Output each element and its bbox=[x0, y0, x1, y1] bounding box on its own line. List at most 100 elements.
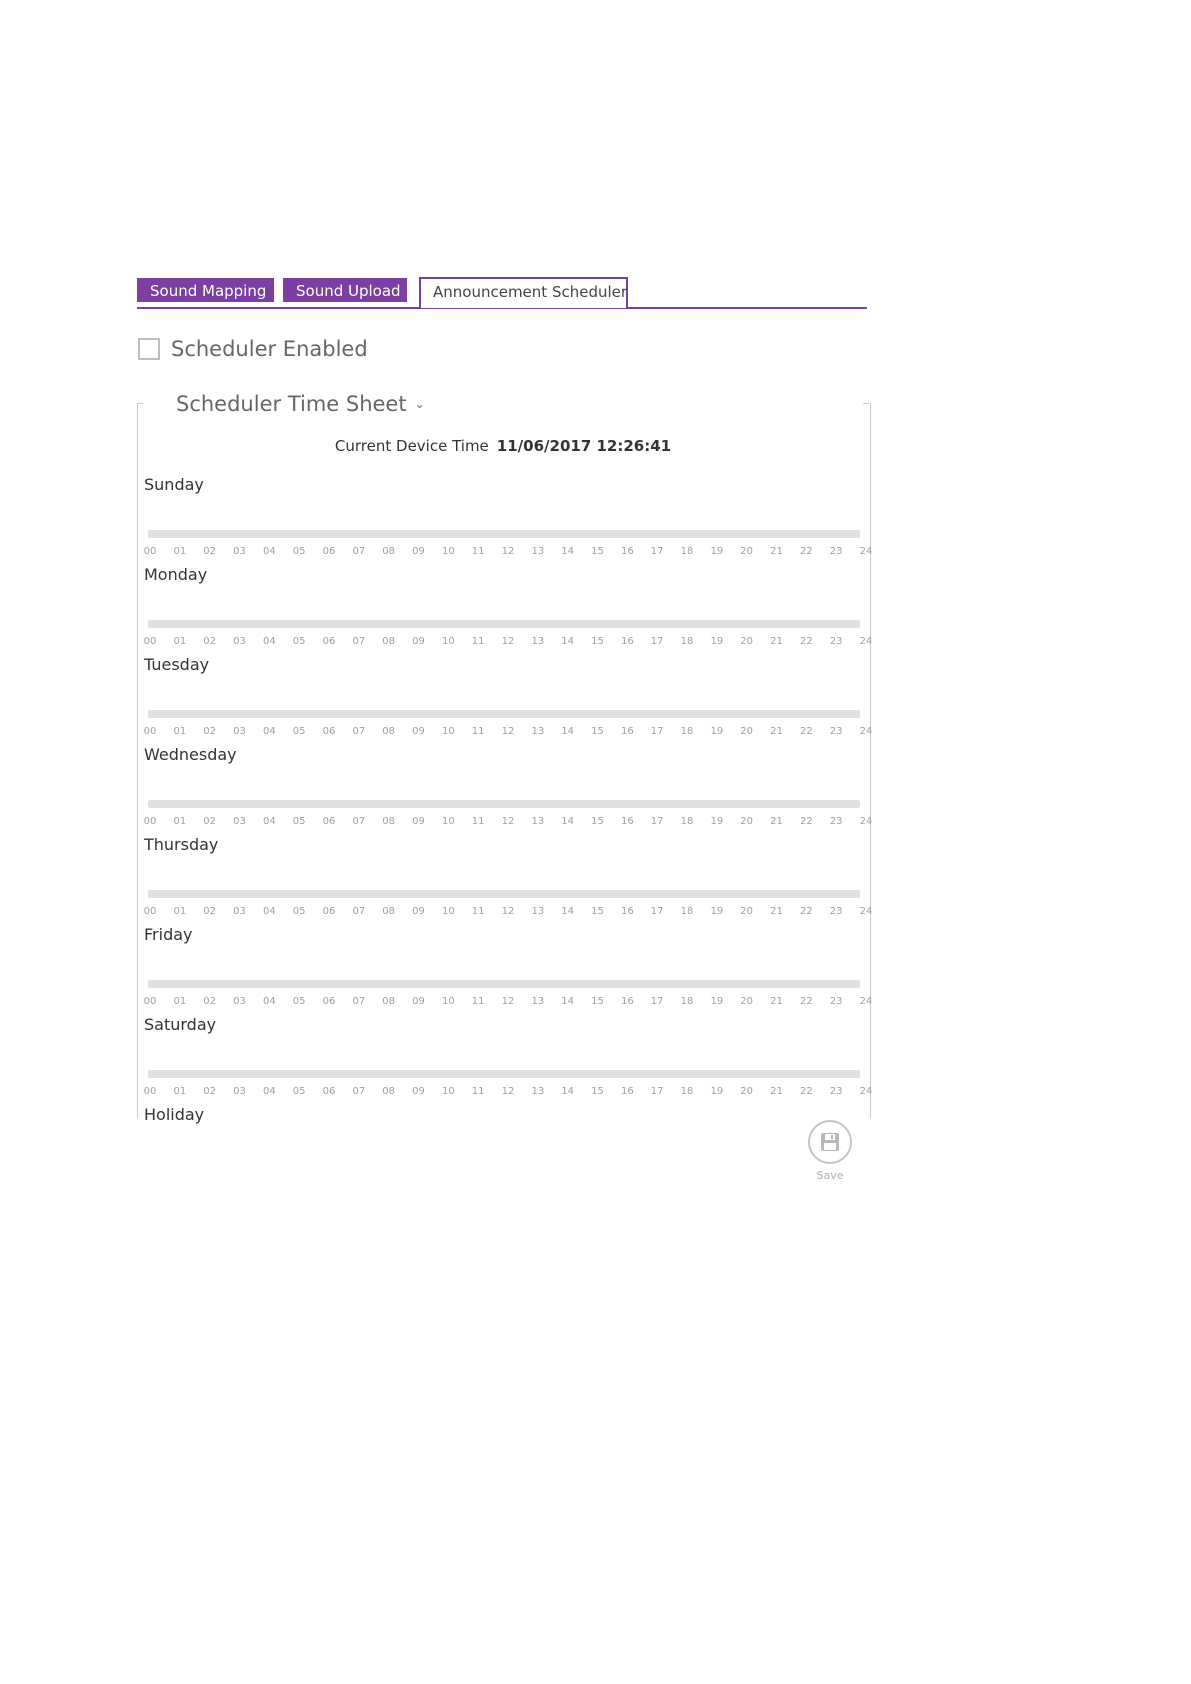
hour-tick-label: 11 bbox=[471, 1086, 485, 1097]
hour-tick-label: 07 bbox=[352, 996, 366, 1007]
day-timeline-track[interactable] bbox=[148, 890, 860, 898]
hour-tick-label: 10 bbox=[441, 996, 455, 1007]
hour-tick-label: 22 bbox=[799, 906, 813, 917]
hour-tick-label: 24 bbox=[859, 906, 873, 917]
hour-tick-label: 10 bbox=[441, 726, 455, 737]
tab-announcement-scheduler[interactable]: Announcement Scheduler bbox=[419, 277, 628, 308]
hour-tick-label: 14 bbox=[561, 1086, 575, 1097]
hour-tick-label: 14 bbox=[561, 996, 575, 1007]
hour-tick-label: 15 bbox=[591, 816, 604, 827]
hour-tick-label: 06 bbox=[322, 726, 336, 737]
hour-tick-label: 19 bbox=[710, 546, 724, 557]
save-button[interactable] bbox=[808, 1120, 852, 1164]
day-timeline-track[interactable] bbox=[148, 710, 860, 718]
hour-tick-label: 06 bbox=[322, 816, 336, 827]
hour-tick-label: 03 bbox=[233, 546, 246, 557]
hour-tick-label: 13 bbox=[531, 636, 545, 647]
hour-tick-label: 20 bbox=[740, 726, 754, 737]
hour-tick-label: 10 bbox=[441, 816, 455, 827]
hour-tick-label: 04 bbox=[262, 996, 276, 1007]
tab-sound-upload[interactable]: Sound Upload bbox=[283, 278, 407, 302]
day-timeline-track[interactable] bbox=[148, 530, 860, 538]
hour-tick-label: 11 bbox=[471, 996, 485, 1007]
hour-tick-label: 04 bbox=[262, 636, 276, 647]
day-label: Wednesday bbox=[144, 745, 237, 764]
hour-tick-label: 02 bbox=[203, 726, 217, 737]
hour-tick-label: 00 bbox=[143, 996, 157, 1007]
chevron-down-icon: ⌄ bbox=[414, 397, 425, 411]
hour-tick-label: 24 bbox=[859, 996, 873, 1007]
hour-tick-label: 17 bbox=[650, 816, 664, 827]
hour-tick-label: 00 bbox=[143, 546, 157, 557]
hour-tick-label: 04 bbox=[262, 1086, 276, 1097]
scheduler-enabled-checkbox[interactable] bbox=[138, 338, 160, 360]
hour-tick-label: 04 bbox=[262, 726, 276, 737]
hour-tick-label: 06 bbox=[322, 906, 336, 917]
hour-tick-label: 00 bbox=[143, 1086, 157, 1097]
hour-tick-label: 17 bbox=[650, 636, 664, 647]
hour-tick-label: 09 bbox=[412, 1086, 425, 1097]
time-sheet-title: Scheduler Time Sheet bbox=[176, 392, 407, 416]
day-label: Tuesday bbox=[144, 655, 210, 674]
hour-tick-label: 15 bbox=[591, 1086, 604, 1097]
hour-tick-label: 17 bbox=[650, 546, 664, 557]
hour-tick-label: 19 bbox=[710, 636, 724, 647]
hour-tick-label: 09 bbox=[412, 636, 425, 647]
hour-tick-label: 18 bbox=[680, 636, 694, 647]
hour-tick-label: 01 bbox=[173, 996, 187, 1007]
hour-tick-label: 12 bbox=[501, 546, 515, 557]
hour-tick-label: 02 bbox=[203, 1086, 217, 1097]
hour-tick-label: 17 bbox=[650, 726, 664, 737]
day-timeline-track[interactable] bbox=[148, 980, 860, 988]
hour-tick-label: 13 bbox=[531, 726, 545, 737]
hour-tick-label: 11 bbox=[471, 726, 485, 737]
panel-corner-right bbox=[863, 403, 869, 404]
day-timeline-track[interactable] bbox=[148, 620, 860, 628]
hour-tick-label: 00 bbox=[143, 636, 157, 647]
time-sheet-toggle[interactable]: Scheduler Time Sheet ⌄ bbox=[172, 392, 429, 416]
hour-tick-label: 16 bbox=[620, 726, 634, 737]
hour-tick-label: 04 bbox=[262, 816, 276, 827]
hour-tick-label: 20 bbox=[740, 816, 754, 827]
hour-tick-label: 03 bbox=[233, 996, 246, 1007]
hour-tick-label: 19 bbox=[710, 816, 724, 827]
hour-tick-label: 13 bbox=[531, 816, 545, 827]
device-time-value: 11/06/2017 12:26:41 bbox=[496, 437, 672, 455]
tab-bar: Sound Mapping Sound Upload Announcement … bbox=[137, 277, 867, 309]
hour-tick-label: 12 bbox=[501, 726, 515, 737]
hour-tick-label: 01 bbox=[173, 636, 187, 647]
hour-tick-label: 18 bbox=[680, 996, 694, 1007]
hour-tick-label: 05 bbox=[292, 816, 306, 827]
hour-tick-label: 18 bbox=[680, 726, 694, 737]
hour-tick-label: 16 bbox=[620, 816, 634, 827]
hour-tick-label: 21 bbox=[770, 816, 783, 827]
hour-tick-label: 16 bbox=[620, 996, 634, 1007]
hour-tick-label: 07 bbox=[352, 1086, 366, 1097]
save-label: Save bbox=[816, 1169, 844, 1182]
hour-tick-label: 14 bbox=[561, 906, 575, 917]
hour-tick-label: 04 bbox=[262, 906, 276, 917]
hour-tick-label: 20 bbox=[740, 996, 754, 1007]
day-timeline-track[interactable] bbox=[148, 1070, 860, 1078]
hour-tick-label: 23 bbox=[829, 996, 843, 1007]
hour-tick-label: 24 bbox=[859, 546, 873, 557]
hour-tick-label: 02 bbox=[203, 906, 217, 917]
hour-tick-label: 14 bbox=[561, 816, 575, 827]
current-device-time: Current Device Time 11/06/2017 12:26:41 bbox=[137, 437, 869, 455]
hour-tick-label: 17 bbox=[650, 1086, 664, 1097]
tab-sound-mapping[interactable]: Sound Mapping bbox=[137, 278, 274, 302]
hour-tick-label: 06 bbox=[322, 546, 336, 557]
day-timeline-track[interactable] bbox=[148, 800, 860, 808]
hour-tick-label: 18 bbox=[680, 546, 694, 557]
hour-tick-label: 08 bbox=[382, 996, 396, 1007]
hour-tick-label: 22 bbox=[799, 816, 813, 827]
hour-tick-label: 22 bbox=[799, 996, 813, 1007]
hour-tick-label: 07 bbox=[352, 816, 366, 827]
hour-tick-label: 15 bbox=[591, 906, 604, 917]
hour-tick-label: 00 bbox=[143, 816, 157, 827]
hour-tick-label: 02 bbox=[203, 816, 217, 827]
hour-tick-label: 05 bbox=[292, 636, 306, 647]
hour-tick-label: 06 bbox=[322, 636, 336, 647]
hour-tick-label: 21 bbox=[770, 546, 783, 557]
hour-tick-label: 03 bbox=[233, 1086, 246, 1097]
